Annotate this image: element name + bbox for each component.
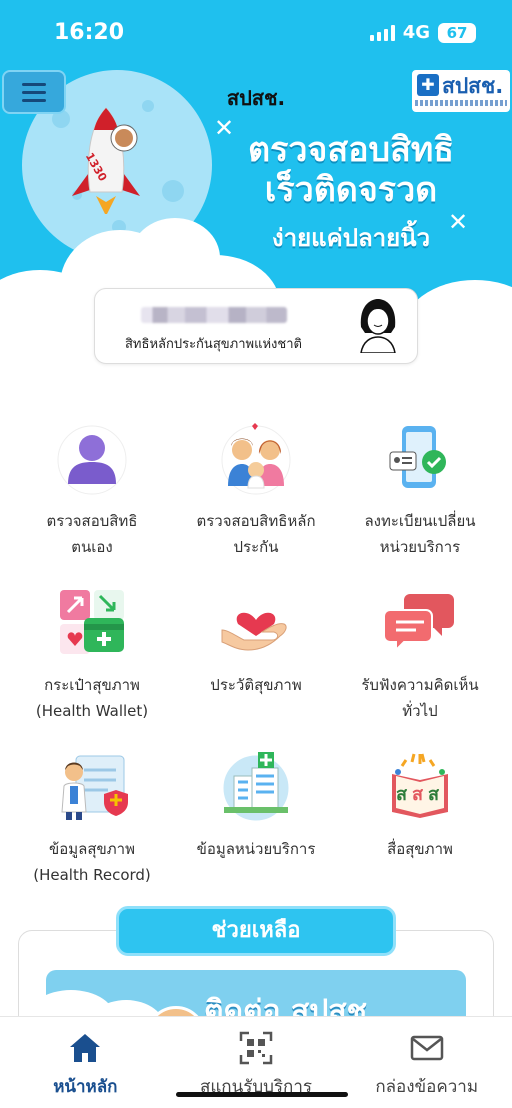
network-type: 4G: [402, 22, 430, 43]
menu-label: ตรวจสอบสิทธิ: [46, 512, 138, 530]
svg-text:ส: ส: [412, 784, 424, 805]
avatar: [360, 299, 396, 353]
menu-label: ข้อมูลหน่วยบริการ: [196, 840, 316, 858]
svg-text:ส: ส: [428, 784, 440, 805]
logo-text: สปสช.: [442, 74, 504, 98]
hero-headline-line2: เร็วติดจรวด: [264, 170, 438, 210]
home-icon: [70, 1034, 101, 1062]
menu-general-feedback[interactable]: รับฟังความคิดเห็น ทั่วไป: [338, 578, 502, 724]
rights-label: สิทธิหลักประกันสุขภาพแห่งชาติ: [125, 337, 302, 352]
menu-label: ตรวจสอบสิทธิหลัก: [196, 512, 316, 530]
qr-scan-icon: [239, 1031, 273, 1065]
battery-icon: 67: [438, 22, 476, 43]
profile-card[interactable]: สิทธิหลักประกันสุขภาพแห่งชาติ: [94, 288, 418, 364]
menu-register-change-unit[interactable]: ลงทะเบียนเปลี่ยน หน่วยบริการ: [338, 414, 502, 560]
doctor-record-icon: [61, 755, 128, 820]
menu-label: รับฟังความคิดเห็น: [361, 676, 479, 694]
menu-label: ข้อมูลสุขภาพ: [49, 840, 135, 858]
user-name-blurred: [141, 307, 287, 323]
logo-cross-icon: ✚: [417, 74, 439, 96]
menu-label: ทั่วไป: [402, 702, 438, 720]
person-icon: [57, 425, 127, 495]
nav-home-label: หน้าหลัก: [53, 1077, 118, 1097]
family-icon: [221, 423, 291, 495]
menu-label: ประกัน: [233, 538, 279, 556]
nhso-logo: ✚ สปสช.: [412, 70, 510, 112]
health-media-book-icon: ส ส ส: [392, 753, 448, 818]
menu-label: (Health Record): [33, 866, 151, 884]
menu-health-wallet[interactable]: กระเป๋าสุขภาพ (Health Wallet): [10, 578, 174, 724]
menu-label: ประวัติสุขภาพ: [210, 676, 302, 694]
hero-headline: ตรวจสอบสิทธิ เร็วติดจรวด: [206, 130, 496, 210]
heart-hand-icon: [221, 588, 290, 656]
home-indicator: [176, 1092, 348, 1097]
mail-icon: [410, 1035, 443, 1061]
nav-inbox-label: กล่องข้อความ: [375, 1077, 479, 1097]
menu-label: ลงทะเบียนเปลี่ยน: [364, 512, 476, 530]
menu-health-history[interactable]: ประวัติสุขภาพ: [174, 578, 338, 724]
menu-health-record[interactable]: ข้อมูลสุขภาพ (Health Record): [10, 742, 174, 888]
hero-headline-line1: ตรวจสอบสิทธิ: [247, 130, 455, 170]
nav-home[interactable]: หน้าหลัก: [0, 1017, 171, 1108]
status-bar: 16:20 4G 67: [0, 0, 512, 64]
service-menu-grid: ตรวจสอบสิทธิ ตนเอง ตรวจสอบสิทธิหลัก ประก…: [10, 414, 502, 888]
chat-bubbles-icon: [383, 594, 454, 653]
hero-subline: ง่ายแค่ปลายนิ้ว: [271, 224, 431, 252]
status-time: 16:20: [54, 20, 125, 45]
rocket-icon: 1330: [72, 107, 140, 214]
hospital-icon: [220, 752, 292, 824]
menu-check-own-rights[interactable]: ตรวจสอบสิทธิ ตนเอง: [10, 414, 174, 560]
menu-health-media[interactable]: ส ส ส สื่อสุขภาพ: [338, 742, 502, 888]
menu-label: (Health Wallet): [35, 702, 149, 720]
menu-service-unit-info[interactable]: ข้อมูลหน่วยบริการ: [174, 742, 338, 888]
menu-label: ตนเอง: [71, 538, 113, 556]
phone-check-icon: [389, 426, 446, 488]
nav-inbox[interactable]: กล่องข้อความ: [341, 1017, 512, 1108]
menu-label: กระเป๋าสุขภาพ: [44, 676, 140, 694]
menu-label: หน่วยบริการ: [379, 538, 461, 556]
health-wallet-icon: [60, 590, 124, 654]
help-button[interactable]: ช่วยเหลือ: [116, 906, 396, 956]
menu-check-main-rights[interactable]: ตรวจสอบสิทธิหลัก ประกัน: [174, 414, 338, 560]
svg-text:ส: ส: [396, 784, 408, 805]
menu-label: สื่อสุขภาพ: [387, 840, 453, 858]
signal-icon: [369, 24, 395, 41]
